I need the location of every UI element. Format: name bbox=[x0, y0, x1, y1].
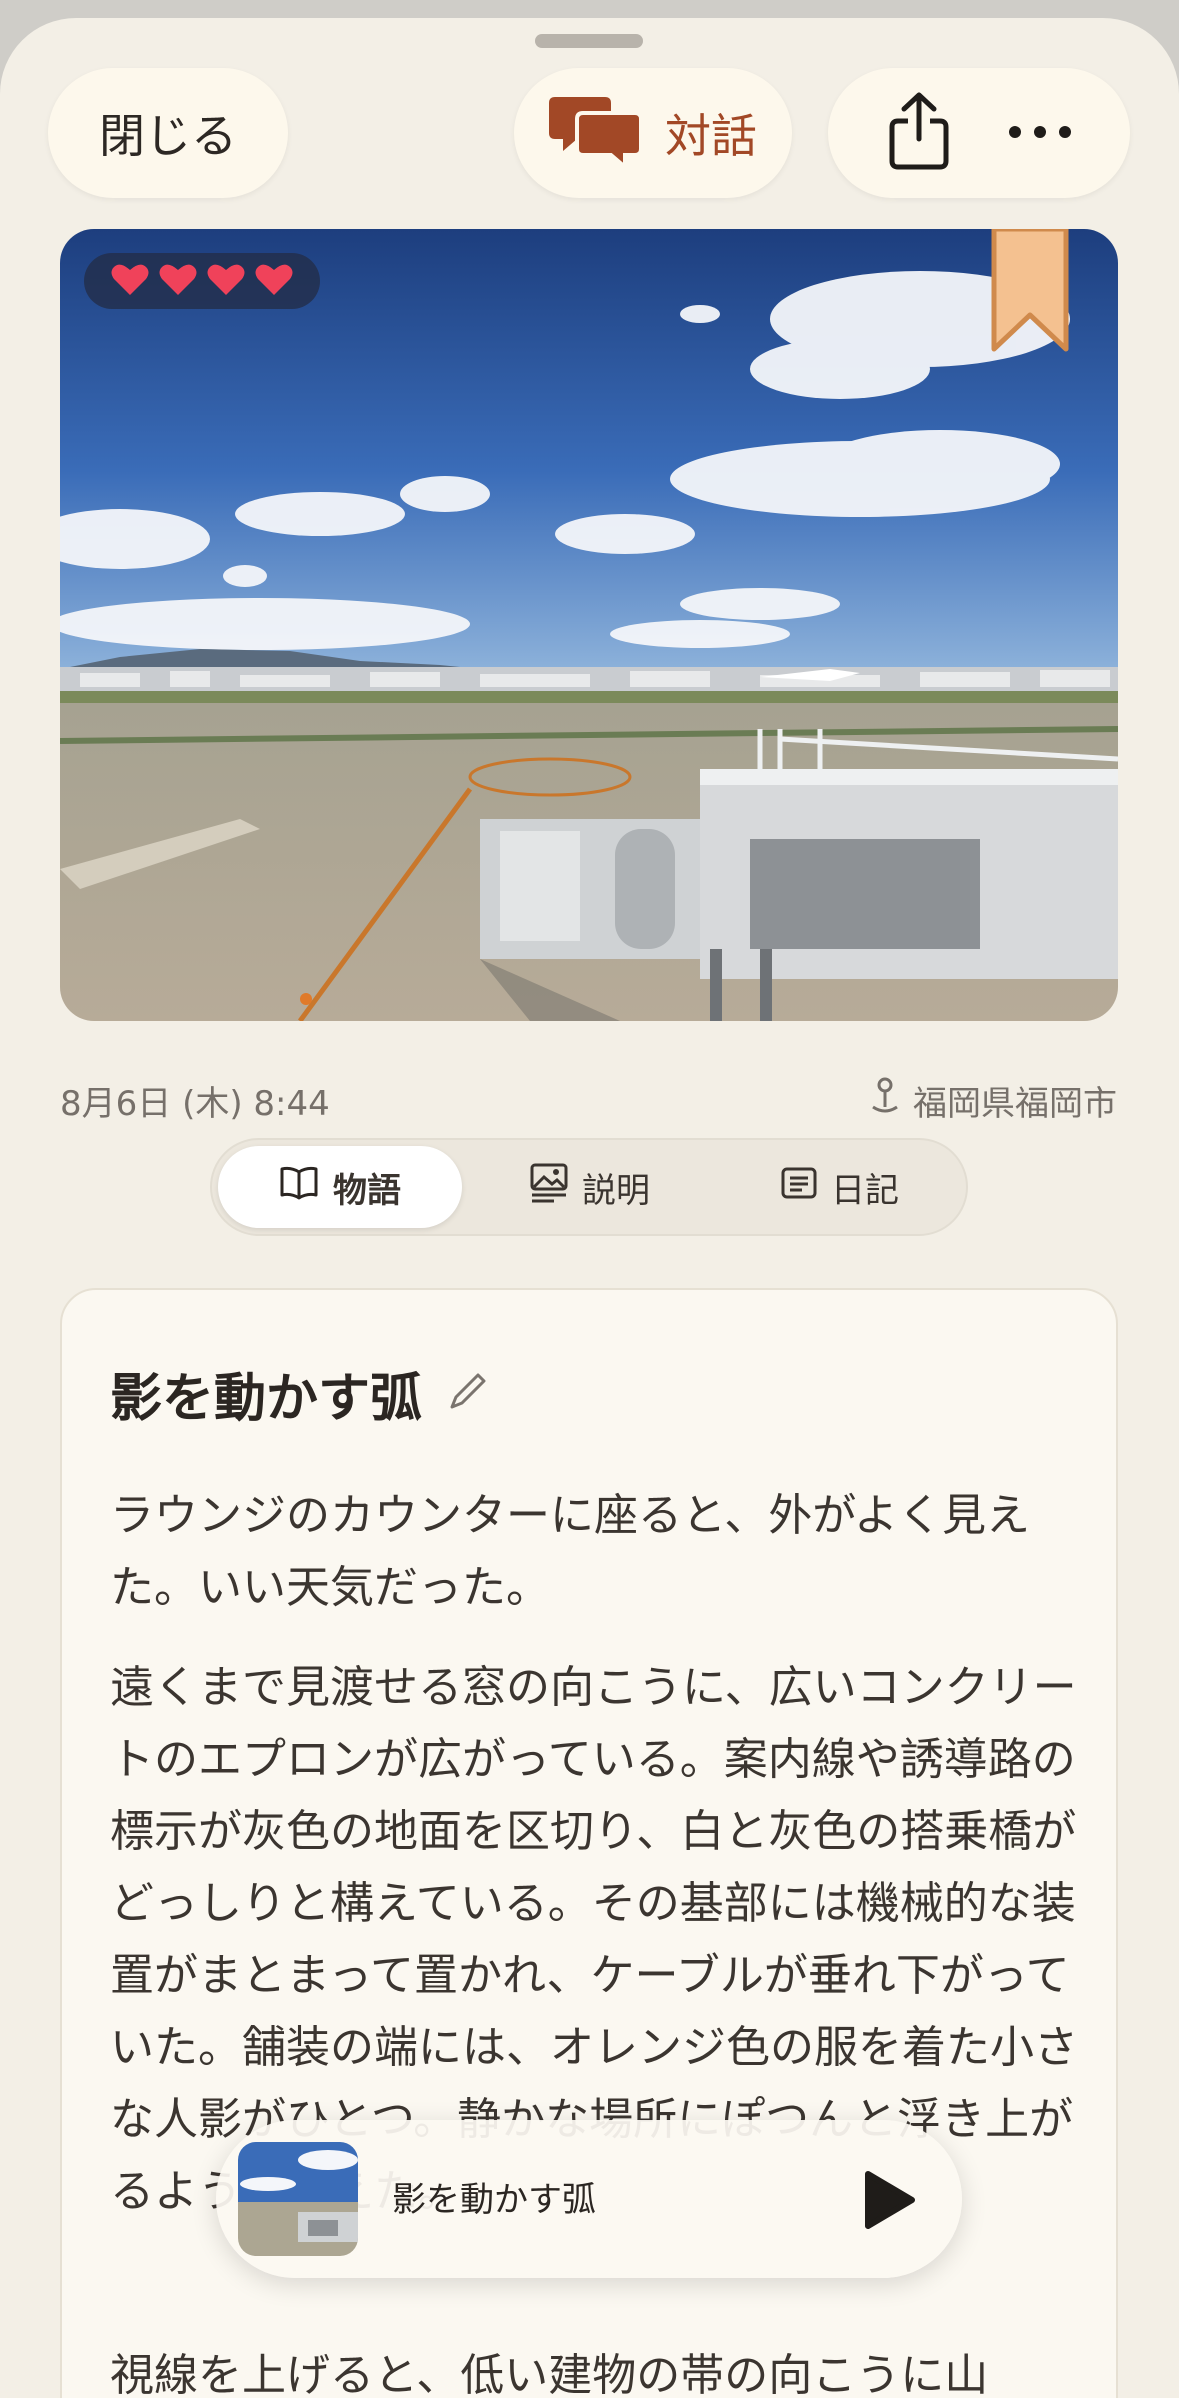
sheet-grabber[interactable] bbox=[535, 34, 643, 48]
chat-bubbles-icon bbox=[549, 93, 643, 173]
more-dots-icon bbox=[1008, 124, 1072, 143]
actions-group bbox=[828, 68, 1130, 198]
mini-player[interactable]: 影を動かす弧 bbox=[216, 2120, 962, 2278]
airport-apron-image bbox=[60, 229, 1118, 1021]
mini-player-thumbnail bbox=[238, 2142, 358, 2256]
story-sheet: 閉じる 対話 8月6日 (木) 8:44 福岡県福岡市 物語 説明 日記 影を動… bbox=[0, 18, 1179, 2398]
image-text-icon bbox=[530, 1163, 568, 1212]
story-paragraph: 視線を上げると、低い建物の帯の向こうに山 bbox=[110, 2350, 989, 2398]
more-button[interactable] bbox=[995, 83, 1085, 183]
journal-icon bbox=[781, 1167, 817, 1208]
play-icon bbox=[846, 2171, 926, 2244]
close-button-label: 閉じる bbox=[99, 109, 237, 163]
photo-location[interactable]: 福岡県福岡市 bbox=[869, 1076, 1117, 1125]
dialog-button-label: 対話 bbox=[665, 109, 757, 163]
share-icon bbox=[888, 91, 950, 175]
edit-pencil-icon[interactable] bbox=[448, 1364, 488, 1424]
share-button[interactable] bbox=[874, 83, 964, 183]
photo-date: 8月6日 (木) 8:44 bbox=[60, 1084, 330, 1124]
story-paragraph: ラウンジのカウンターに座ると、外がよく見えた。いい天気だった。 bbox=[110, 1490, 1031, 1613]
bookmark-button[interactable] bbox=[990, 229, 1070, 357]
tab-story[interactable]: 物語 bbox=[218, 1146, 462, 1228]
play-button[interactable] bbox=[846, 2160, 926, 2244]
tab-story-label: 物語 bbox=[333, 1170, 401, 1211]
rating-hearts bbox=[84, 253, 320, 309]
heart-icon bbox=[111, 262, 149, 300]
heart-icon bbox=[207, 262, 245, 300]
mini-player-title: 影を動かす弧 bbox=[392, 2180, 596, 2220]
story-title: 影を動かす弧 bbox=[110, 1369, 423, 1429]
tab-description[interactable]: 説明 bbox=[468, 1146, 712, 1228]
tab-diary[interactable]: 日記 bbox=[718, 1146, 962, 1228]
location-pin-icon bbox=[869, 1077, 901, 1124]
view-segmented-control: 物語 説明 日記 bbox=[210, 1138, 968, 1236]
tab-diary-label: 日記 bbox=[831, 1170, 899, 1211]
bookmark-icon bbox=[990, 229, 1070, 357]
story-photo[interactable] bbox=[60, 229, 1118, 1021]
tab-description-label: 説明 bbox=[582, 1170, 650, 1211]
dialog-button[interactable]: 対話 bbox=[514, 68, 792, 198]
close-button[interactable]: 閉じる bbox=[48, 68, 288, 198]
heart-icon bbox=[255, 262, 293, 300]
heart-icon bbox=[159, 262, 197, 300]
book-icon bbox=[279, 1166, 319, 1209]
photo-location-label: 福岡県福岡市 bbox=[913, 1084, 1117, 1124]
story-title-row: 影を動かす弧 bbox=[110, 1356, 488, 1431]
